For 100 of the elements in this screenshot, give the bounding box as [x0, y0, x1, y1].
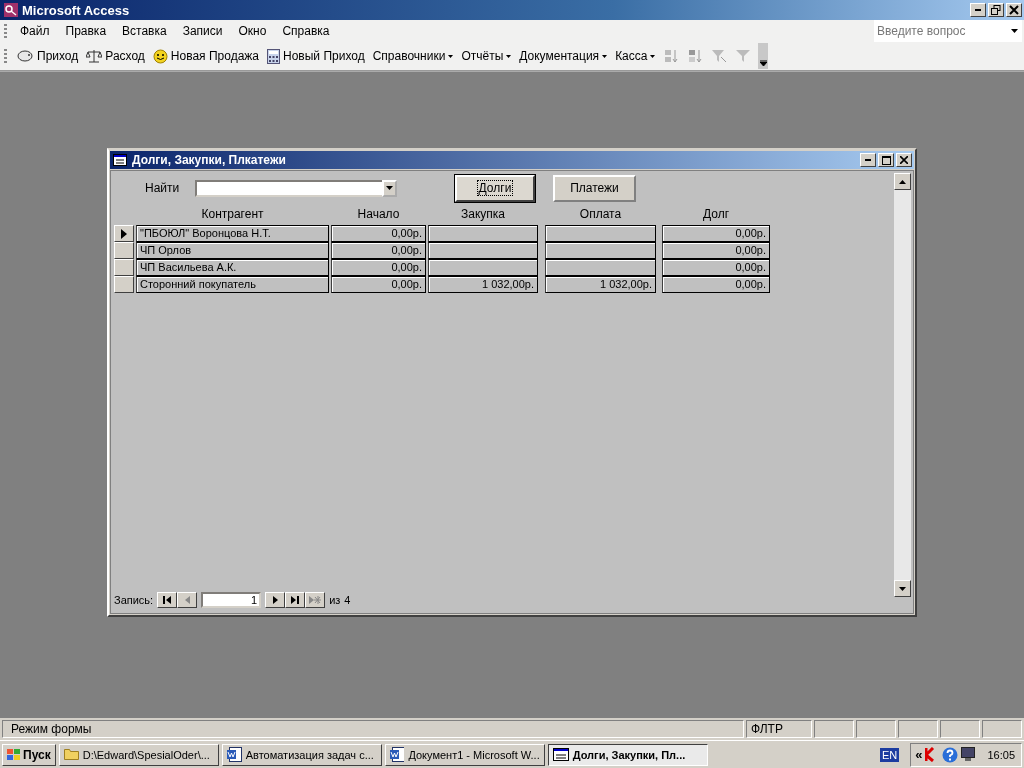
caret-icon — [506, 54, 512, 58]
find-field[interactable] — [195, 179, 382, 197]
table-cell[interactable] — [428, 225, 538, 242]
dropdown-button[interactable] — [382, 179, 397, 197]
taskbar-button[interactable]: Автоматизация задач с... — [221, 743, 382, 766]
find-label: Найти — [145, 181, 181, 195]
menu-item[interactable]: Правка — [58, 24, 114, 38]
toolbar-grip[interactable] — [4, 49, 7, 63]
record-selector[interactable] — [114, 225, 134, 242]
record-number-field[interactable]: 1 — [201, 592, 262, 608]
table-cell[interactable]: Сторонний покупатель — [136, 276, 329, 293]
toolbar-grip[interactable] — [4, 24, 7, 38]
menu-item[interactable]: Записи — [175, 24, 230, 38]
start-button[interactable]: Пуск — [2, 743, 56, 766]
table-cell[interactable]: ЧП Орлов — [136, 242, 329, 259]
form-button[interactable]: Долги — [455, 174, 535, 202]
taskbar-button[interactable]: Долги, Закупки, Пл... — [547, 743, 708, 766]
caret-icon — [386, 186, 393, 190]
caret-icon — [650, 54, 656, 58]
scroll-up-icon[interactable] — [899, 179, 906, 184]
previous-record-button[interactable] — [177, 592, 198, 608]
table-cell[interactable]: 0,00р. — [331, 276, 426, 293]
close-icon — [900, 156, 908, 164]
window-title: Microsoft Access — [22, 2, 130, 18]
current-record-icon — [121, 228, 127, 239]
table-cell[interactable] — [428, 259, 538, 276]
previous-icon — [184, 596, 190, 604]
record-selector[interactable] — [114, 242, 134, 259]
column-header: Оплата — [578, 207, 623, 221]
record-label: Запись: — [114, 594, 154, 606]
toolbar-options-button[interactable] — [758, 43, 769, 69]
table-cell[interactable]: 0,00р. — [662, 276, 770, 293]
document-icon — [226, 747, 242, 762]
table-cell[interactable]: 0,00р. — [662, 242, 770, 259]
sort-descending-icon — [688, 50, 702, 62]
table-cell[interactable]: "ПБОЮЛ" Воронцова Н.Т. — [136, 225, 329, 242]
menu-item[interactable]: Вставка — [115, 24, 174, 38]
table-cell[interactable]: 1 032,00р. — [545, 276, 656, 293]
maximize-button[interactable] — [878, 153, 894, 167]
maximize-icon — [881, 155, 891, 165]
record-selector[interactable] — [114, 276, 134, 293]
minimize-button[interactable] — [970, 3, 986, 17]
table-cell[interactable]: 1 032,00р. — [428, 276, 538, 293]
help-icon[interactable] — [942, 746, 959, 763]
taskbar-button[interactable]: D:\Edward\SpesialOder\... — [58, 743, 219, 766]
filter-indicator: ФЛТР — [746, 720, 812, 738]
toolbar-menu[interactable]: Справочники — [369, 45, 457, 67]
table-cell[interactable] — [545, 225, 656, 242]
table-cell[interactable]: 0,00р. — [662, 259, 770, 276]
last-record-button[interactable] — [285, 592, 306, 608]
menu-item[interactable]: Окно — [231, 24, 274, 38]
toolbar-button[interactable]: Приход — [13, 45, 82, 67]
close-button[interactable] — [1006, 3, 1022, 17]
table-cell[interactable]: 0,00р. — [331, 259, 426, 276]
caret-icon — [448, 54, 454, 58]
first-record-button[interactable] — [157, 592, 178, 608]
toolbar-button[interactable]: Расход — [83, 45, 148, 67]
show-hidden-icons-button[interactable]: « — [915, 747, 923, 762]
table-cell[interactable]: ЧП Васильева А.К. — [136, 259, 329, 276]
table-cell[interactable] — [545, 242, 656, 259]
filter-lightning-icon — [712, 50, 727, 62]
record-selector[interactable] — [114, 259, 134, 276]
document-icon — [389, 747, 405, 762]
record-count: 4 — [344, 594, 351, 606]
table-cell[interactable] — [545, 259, 656, 276]
table-cell[interactable]: 0,00р. — [331, 225, 426, 242]
new-record-button[interactable] — [305, 592, 326, 608]
toolbar-button[interactable]: Новая Продажа — [149, 45, 262, 67]
toolbar-menu[interactable]: Документация — [516, 45, 611, 67]
help-search-field[interactable]: Введите вопрос — [874, 20, 1006, 42]
first-icon — [163, 596, 172, 604]
new-record-icon — [309, 596, 322, 604]
toolbar-menu[interactable]: Отчёты — [458, 45, 515, 67]
table-cell[interactable] — [428, 242, 538, 259]
minimize-icon — [975, 9, 981, 11]
minimize-icon — [865, 159, 871, 161]
column-header: Долг — [701, 207, 731, 221]
scroll-down-icon[interactable] — [899, 586, 906, 591]
close-button[interactable] — [896, 153, 912, 167]
status-panel — [814, 720, 854, 738]
toolbar-button[interactable]: Новый Приход — [264, 45, 368, 67]
vertical-scrollbar[interactable] — [894, 173, 911, 597]
taskbar-button[interactable]: Документ1 - Microsoft W... — [384, 743, 545, 766]
dropdown-button[interactable] — [1006, 20, 1022, 42]
monitor-icon[interactable] — [961, 747, 977, 762]
restore-button[interactable] — [988, 3, 1004, 17]
caret-icon — [602, 54, 608, 58]
table-cell[interactable]: 0,00р. — [331, 242, 426, 259]
caret-icon — [759, 60, 767, 66]
toolbar-menu[interactable]: Касса — [612, 45, 659, 67]
restore-icon — [991, 5, 1001, 15]
windows-flag-icon — [7, 749, 20, 760]
language-indicator[interactable]: EN — [879, 747, 900, 762]
table-cell[interactable]: 0,00р. — [662, 225, 770, 242]
next-record-button[interactable] — [265, 592, 286, 608]
menu-item[interactable]: Справка — [275, 24, 337, 38]
form-button[interactable]: Платежи — [553, 174, 636, 202]
minimize-button[interactable] — [860, 153, 876, 167]
scales-icon — [86, 49, 103, 63]
menu-item[interactable]: Файл — [13, 24, 57, 38]
